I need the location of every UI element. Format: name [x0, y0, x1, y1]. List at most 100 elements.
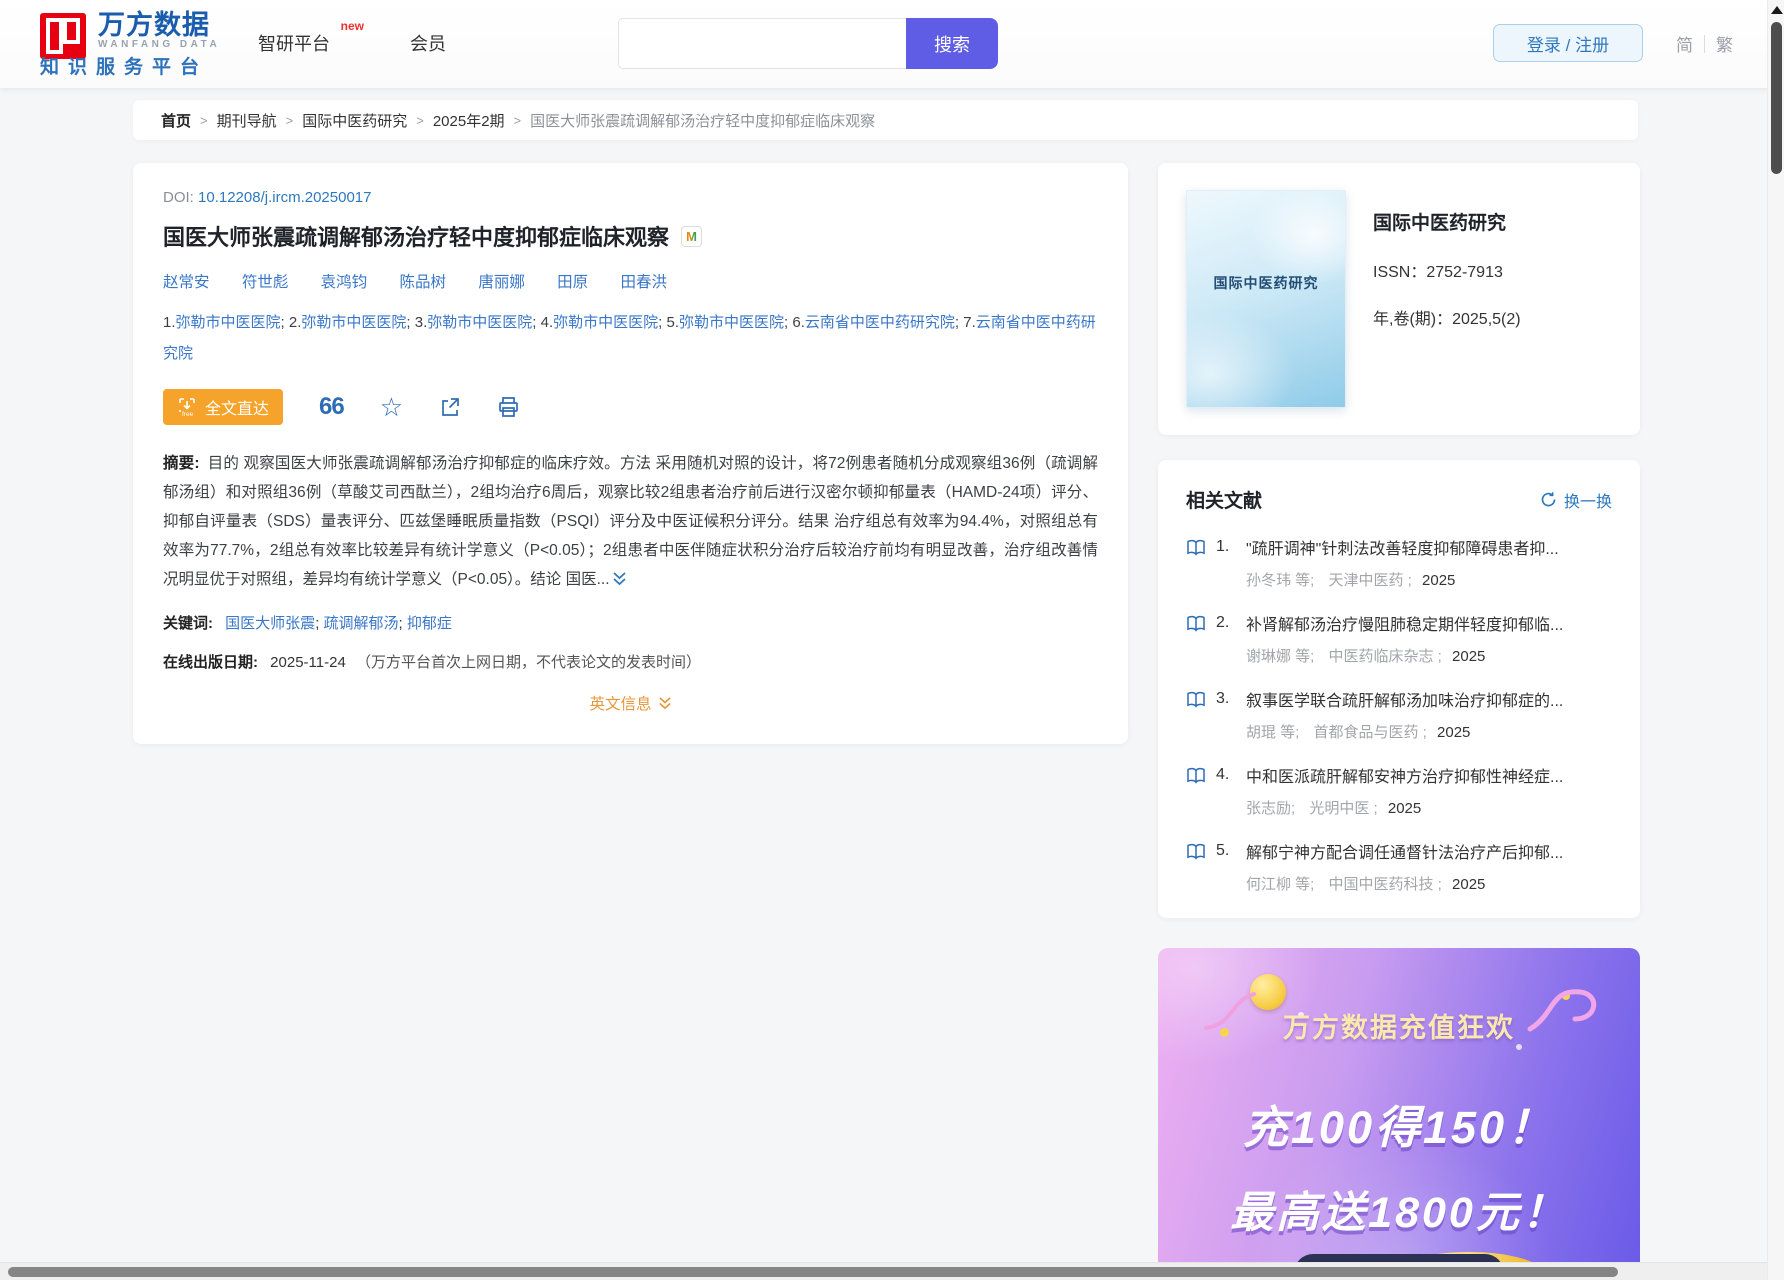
author-link[interactable]: 陈品树 [399, 274, 446, 291]
affiliation-link[interactable]: 弥勒市中医医院 [176, 314, 281, 331]
breadcrumb-home[interactable]: 首页 [161, 110, 191, 131]
journal-card: 国际中医药研究 国际中医药研究 ISSN：2752-7913 年,卷(期)：20… [1158, 163, 1640, 435]
abstract-text: 目的 观察国医大师张震疏调解郁汤治疗抑郁症的临床疗效。方法 采用随机对照的设计，… [163, 455, 1098, 588]
affiliation-link[interactable]: 弥勒市中医医院 [553, 314, 658, 331]
search-button[interactable]: 搜索 [906, 18, 998, 69]
related-authors: 谢琳娜 等; [1246, 648, 1315, 665]
article-title: 国医大师张震疏调解郁汤治疗轻中度抑郁症临床观察 [163, 225, 670, 250]
brand-name-en: WANFANG DATA [98, 39, 221, 50]
related-year: 2025 [1452, 876, 1486, 893]
related-list: 1. "疏肝调神"针刺法改善轻度抑郁障碍患者抑... 孙冬玮 等; 天津中医药 … [1186, 535, 1612, 894]
breadcrumb-separator: > [200, 112, 208, 128]
favorite-star-icon[interactable]: ☆ [380, 394, 403, 420]
doi-link[interactable]: 10.12208/j.ircm.20250017 [198, 189, 371, 206]
lang-simplified[interactable]: 简 [1676, 31, 1693, 56]
citation-icon[interactable]: 66 [319, 395, 345, 419]
keywords-row: 关键词: 国医大师张震; 疏调解郁汤; 抑郁症 [163, 615, 452, 632]
book-icon [1186, 615, 1208, 632]
journal-volume-row: 年,卷(期)：2025,5(2) [1373, 305, 1521, 329]
journal-issn-row: ISSN：2752-7913 [1373, 258, 1521, 282]
book-icon [1186, 767, 1208, 784]
scroll-up-arrow[interactable] [1771, 6, 1783, 14]
promo-offer-line2: 最高送1800元！ [1230, 1189, 1568, 1237]
related-item-meta: 谢琳娜 等; 中医药临床杂志 ; 2025 [1246, 645, 1612, 666]
search-input[interactable] [618, 18, 906, 69]
main-nav: 智研平台 new 会员 [258, 19, 446, 56]
affiliation-link[interactable]: 弥勒市中医医院 [301, 314, 406, 331]
related-item-link[interactable]: 5. 解郁宁神方配合调任通督针法治疗产后抑郁... [1186, 839, 1612, 863]
pubdate-value: 2025-11-24 [270, 654, 346, 671]
author-link[interactable]: 符世彪 [242, 274, 289, 291]
related-item-meta: 张志励; 光明中医 ; 2025 [1246, 797, 1612, 818]
volume-value: 2025,5(2) [1452, 311, 1521, 328]
expand-abstract-icon[interactable] [612, 567, 627, 596]
related-item-link[interactable]: 1. "疏肝调神"针刺法改善轻度抑郁障碍患者抑... [1186, 535, 1612, 559]
pubdate-note: （万方平台首次上网日期，不代表论文的发表时间） [355, 654, 701, 671]
related-item: 4. 中和医派疏肝解郁安神方治疗抑郁性神经症... 张志励; 光明中医 ; 20… [1186, 763, 1612, 818]
recharge-promo-banner[interactable]: 万方数据充值狂欢 充100得150！ 最高送1800元！ [1158, 948, 1640, 1280]
keyword-link[interactable]: 国医大师张震 [225, 615, 315, 632]
lang-traditional[interactable]: 繁 [1716, 31, 1733, 56]
related-title: 相关文献 [1186, 491, 1263, 512]
horizontal-scrollbar-thumb[interactable] [8, 1267, 1618, 1277]
print-icon[interactable] [497, 396, 520, 418]
horizontal-scrollbar[interactable] [0, 1262, 1767, 1280]
related-journal: 中国中医药科技 ; [1328, 876, 1442, 893]
affiliation-num: 7. [963, 314, 976, 331]
breadcrumb-journal-nav[interactable]: 期刊导航 [217, 110, 277, 131]
keyword-link[interactable]: 抑郁症 [407, 615, 452, 632]
abstract: 摘要: 目的 观察国医大师张震疏调解郁汤治疗抑郁症的临床疗效。方法 采用随机对照的… [163, 449, 1098, 596]
related-authors: 何江柳 等; [1246, 876, 1315, 893]
online-pubdate-row: 在线出版日期: 2025-11-24 （万方平台首次上网日期，不代表论文的发表时… [163, 651, 1098, 672]
affiliation-link[interactable]: 弥勒市中医医院 [427, 314, 532, 331]
related-item: 3. 叙事医学联合疏肝解郁汤加味治疗抑郁症的... 胡琨 等; 首都食品与医药 … [1186, 687, 1612, 742]
related-item: 1. "疏肝调神"针刺法改善轻度抑郁障碍患者抑... 孙冬玮 等; 天津中医药 … [1186, 535, 1612, 590]
login-register-button[interactable]: 登录 / 注册 [1493, 24, 1643, 62]
free-download-icon: free [179, 398, 195, 417]
related-year: 2025 [1387, 800, 1422, 817]
fulltext-button[interactable]: free 全文直达 [163, 389, 284, 425]
author-list: 赵常安 符世彪 袁鸿钧 陈品树 唐丽娜 田原 田春洪 [163, 270, 1098, 292]
nav-item-member[interactable]: 会员 [410, 30, 446, 56]
affiliation-link[interactable]: 云南省中医中药研究院 [805, 314, 955, 331]
related-item-link[interactable]: 2. 补肾解郁汤治疗慢阻肺稳定期伴轻度抑郁临... [1186, 611, 1612, 635]
related-item-link[interactable]: 3. 叙事医学联合疏肝解郁汤加味治疗抑郁症的... [1186, 687, 1612, 711]
author-link[interactable]: 唐丽娜 [478, 274, 525, 291]
book-icon [1186, 691, 1208, 708]
svg-text:free: free [182, 411, 194, 417]
nav-item-zhiyan[interactable]: 智研平台 new [258, 19, 364, 56]
pubdate-label: 在线出版日期: [163, 654, 258, 671]
affiliation-link[interactable]: 弥勒市中医医院 [679, 314, 784, 331]
affiliation-num: 3. [414, 314, 428, 331]
journal-cover[interactable]: 国际中医药研究 [1186, 190, 1346, 408]
promo-title: 万方数据充值狂欢 [1283, 1013, 1515, 1043]
language-switch: 简 繁 [1676, 31, 1733, 56]
medline-badge[interactable]: M [681, 225, 703, 247]
article-title-row: 国医大师张震疏调解郁汤治疗轻中度抑郁症临床观察 M [163, 220, 1098, 252]
affiliation-num: 1. [163, 314, 176, 331]
related-year: 2025 [1422, 572, 1456, 589]
author-link[interactable]: 赵常安 [163, 274, 210, 291]
author-link[interactable]: 田原 [557, 274, 588, 291]
book-icon [1186, 539, 1208, 556]
related-journal: 中医药临床杂志 ; [1328, 648, 1442, 665]
volume-label: 年,卷(期)： [1373, 311, 1453, 328]
english-info-toggle[interactable]: 英文信息 [589, 692, 671, 714]
related-year: 2025 [1452, 648, 1486, 665]
journal-name[interactable]: 国际中医药研究 [1373, 208, 1521, 235]
related-item-link[interactable]: 4. 中和医派疏肝解郁安神方治疗抑郁性神经症... [1186, 763, 1612, 787]
keywords-label: 关键词: [163, 615, 213, 632]
refresh-related-button[interactable]: 换一换 [1540, 488, 1612, 512]
author-link[interactable]: 袁鸿钧 [321, 274, 368, 291]
keyword-link[interactable]: 疏调解郁汤 [324, 615, 399, 632]
article-actions: free 全文直达 66 ☆ [163, 389, 1098, 425]
lang-divider [1704, 34, 1705, 53]
vertical-scrollbar[interactable] [1767, 0, 1784, 1280]
refresh-icon [1541, 492, 1556, 507]
author-link[interactable]: 田春洪 [620, 274, 667, 291]
breadcrumb-journal[interactable]: 国际中医药研究 [302, 110, 407, 131]
share-icon[interactable] [439, 396, 461, 418]
breadcrumb-issue[interactable]: 2025年2期 [433, 110, 505, 131]
vertical-scrollbar-thumb[interactable] [1771, 22, 1782, 174]
breadcrumb-current: 国医大师张震疏调解郁汤治疗轻中度抑郁症临床观察 [530, 112, 876, 130]
